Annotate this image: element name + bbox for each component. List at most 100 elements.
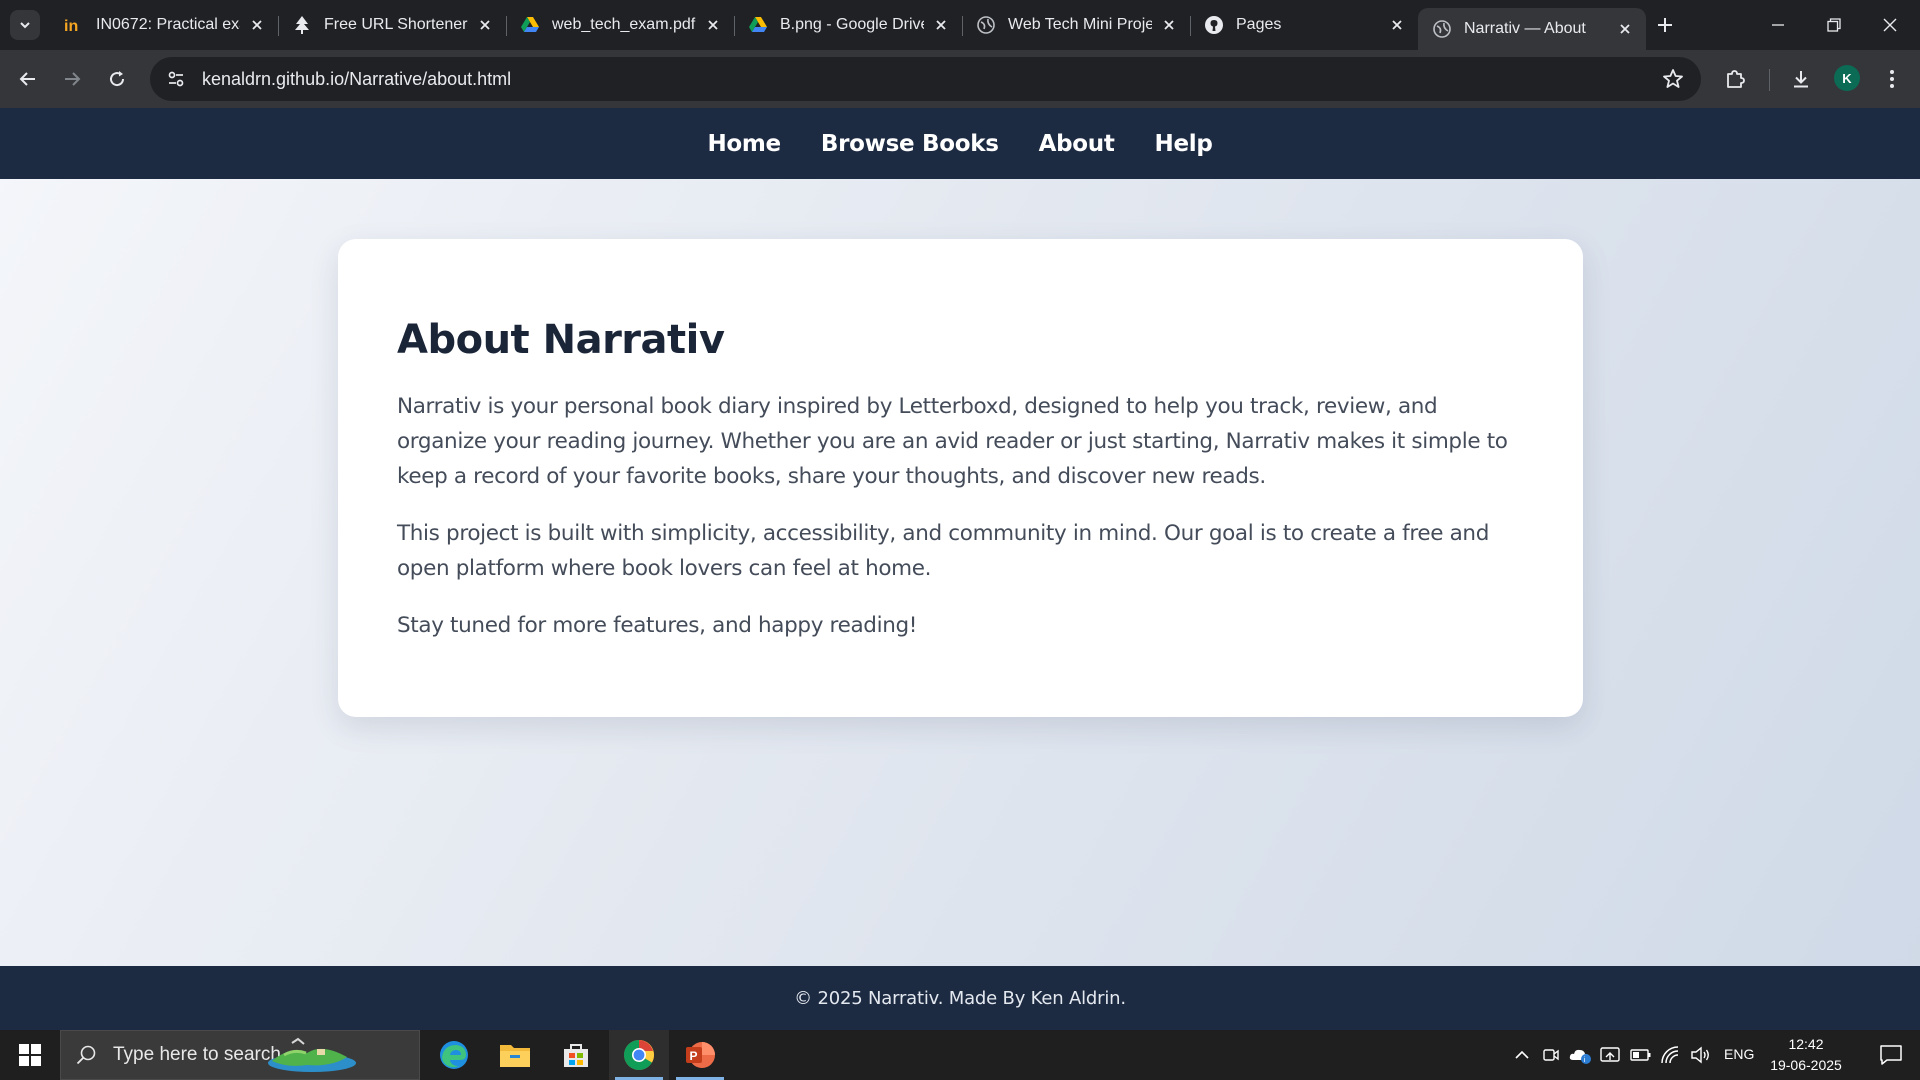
notification-center-button[interactable] — [1862, 1030, 1920, 1080]
tinyurl-tree-icon — [292, 15, 312, 35]
clock-time: 12:42 — [1788, 1036, 1824, 1052]
tab-narrativ-about[interactable]: Narrativ — About — [1418, 8, 1646, 50]
site-navbar: Home Browse Books About Help — [0, 108, 1920, 179]
minimize-icon — [1772, 24, 1784, 26]
close-icon[interactable] — [476, 16, 494, 34]
tab-title: Free URL Shortener — [324, 16, 468, 33]
svg-text:P: P — [690, 1049, 698, 1063]
svg-text:in: in — [64, 18, 78, 33]
windows-taskbar: Type here to search P i ENG 12:42 19-06-… — [0, 1030, 1920, 1080]
close-icon[interactable] — [1616, 20, 1634, 38]
show-hidden-icons-button[interactable] — [1510, 1043, 1534, 1067]
clock[interactable]: 12:42 19-06-2025 — [1756, 1034, 1856, 1076]
download-icon — [1794, 71, 1808, 88]
tab-title: IN0672: Practical exam — [96, 16, 240, 33]
restore-button[interactable] — [1806, 0, 1862, 50]
screen-share-icon[interactable] — [1598, 1043, 1622, 1067]
tab-internshala[interactable]: in IN0672: Practical exam — [50, 8, 279, 42]
tab-title: B.png - Google Drive — [780, 16, 924, 33]
taskbar-powerpoint[interactable]: P — [670, 1030, 730, 1080]
tab-web-tech-exam-pdf[interactable]: web_tech_exam.pdf - Google Drive — [506, 8, 735, 42]
extensions-button[interactable] — [1719, 63, 1751, 95]
page-title: About Narrativ — [397, 317, 725, 363]
toolbar-divider — [1769, 69, 1770, 91]
notification-icon — [1880, 1045, 1902, 1065]
wifi-icon[interactable] — [1659, 1043, 1683, 1067]
back-button[interactable] — [12, 63, 44, 95]
about-paragraph-intro: Narrativ is your personal book diary ins… — [397, 394, 1508, 489]
taskbar-microsoft-store[interactable] — [546, 1030, 606, 1080]
tab-web-tech-mini-project[interactable]: Web Tech Mini Project — [962, 8, 1191, 42]
address-bar[interactable]: kenaldrn.github.io/Narrative/about.html — [150, 57, 1701, 101]
close-icon[interactable] — [1388, 16, 1406, 34]
tab-github-pages[interactable]: Pages — [1190, 8, 1418, 42]
nav-link-help[interactable]: Help — [1155, 131, 1213, 157]
about-card: About Narrativ Narrativ is your personal… — [338, 239, 1583, 717]
close-window-button[interactable] — [1862, 0, 1918, 50]
internshala-icon: in — [64, 15, 84, 35]
new-tab-button[interactable] — [1652, 12, 1678, 38]
taskbar-chrome[interactable] — [609, 1030, 669, 1080]
close-icon — [1883, 18, 1897, 32]
tab-title: Narrativ — About — [1464, 20, 1586, 37]
search-icon — [75, 1044, 97, 1066]
chrome-menu-button[interactable] — [1876, 63, 1908, 95]
tab-b-png-drive[interactable]: B.png - Google Drive — [734, 8, 963, 42]
reload-button[interactable] — [101, 63, 133, 95]
microsoft-store-icon — [564, 1044, 588, 1067]
google-drive-icon — [520, 15, 540, 35]
footer-text: © 2025 Narrativ. Made By Ken Aldrin. — [794, 987, 1126, 1009]
about-paragraph-mission: This project is built with simplicity, a… — [397, 521, 1490, 581]
onedrive-icon[interactable]: i — [1568, 1043, 1592, 1067]
globe-icon — [1432, 19, 1452, 39]
url-text[interactable]: kenaldrn.github.io/Narrative/about.html — [202, 69, 1653, 90]
clock-date: 19-06-2025 — [1770, 1057, 1842, 1073]
battery-icon[interactable] — [1629, 1043, 1653, 1067]
windows-logo-icon — [19, 1044, 41, 1066]
plus-icon — [1658, 18, 1672, 32]
globe-icon — [976, 15, 996, 35]
more-vertical-icon — [1890, 70, 1894, 88]
nav-link-browse-books[interactable]: Browse Books — [821, 131, 999, 157]
taskbar-search-box[interactable]: Type here to search — [60, 1030, 420, 1080]
site-footer: © 2025 Narrativ. Made By Ken Aldrin. — [0, 966, 1920, 1030]
tab-url-shortener[interactable]: Free URL Shortener — [278, 8, 507, 42]
volume-icon[interactable] — [1688, 1043, 1712, 1067]
profile-avatar[interactable]: K — [1834, 65, 1860, 91]
meet-now-icon[interactable] — [1539, 1043, 1563, 1067]
close-icon[interactable] — [248, 16, 266, 34]
close-icon[interactable] — [1160, 16, 1178, 34]
nav-link-about[interactable]: About — [1039, 131, 1115, 157]
close-icon[interactable] — [932, 16, 950, 34]
restore-icon — [1827, 18, 1841, 32]
forward-button[interactable] — [56, 63, 88, 95]
file-explorer-icon — [500, 1045, 530, 1067]
chevron-down-icon — [20, 22, 30, 29]
site-info-icon[interactable] — [154, 57, 198, 101]
language-indicator[interactable]: ENG — [1724, 1046, 1754, 1062]
tab-strip: in IN0672: Practical exam Free URL Short… — [0, 0, 1920, 50]
taskbar-edge[interactable] — [424, 1030, 484, 1080]
chrome-icon — [623, 1040, 655, 1071]
google-drive-icon — [748, 15, 768, 35]
nav-link-home[interactable]: Home — [707, 131, 781, 157]
arrow-right-icon — [65, 72, 81, 86]
taskbar-file-explorer[interactable] — [485, 1030, 545, 1080]
tab-title: web_tech_exam.pdf - Google Drive — [552, 16, 696, 33]
powerpoint-icon: P — [686, 1042, 715, 1068]
puzzle-icon — [1727, 70, 1745, 88]
tab-title: Web Tech Mini Project — [1008, 16, 1152, 33]
tab-title: Pages — [1236, 16, 1282, 33]
close-icon[interactable] — [704, 16, 722, 34]
downloads-button[interactable] — [1785, 63, 1817, 95]
start-button[interactable] — [0, 1030, 60, 1080]
bookmark-star-icon[interactable] — [1653, 59, 1693, 99]
about-paragraph-closing: Stay tuned for more features, and happy … — [397, 613, 918, 638]
arrow-left-icon — [19, 72, 35, 86]
search-highlight-island-icon — [268, 1037, 356, 1072]
tab-search-button[interactable] — [10, 10, 40, 40]
page-viewport: Home Browse Books About Help About Narra… — [0, 108, 1920, 1030]
minimize-button[interactable] — [1750, 0, 1806, 50]
chevron-up-icon — [1515, 1050, 1529, 1059]
browser-toolbar: kenaldrn.github.io/Narrative/about.html — [0, 50, 1920, 108]
